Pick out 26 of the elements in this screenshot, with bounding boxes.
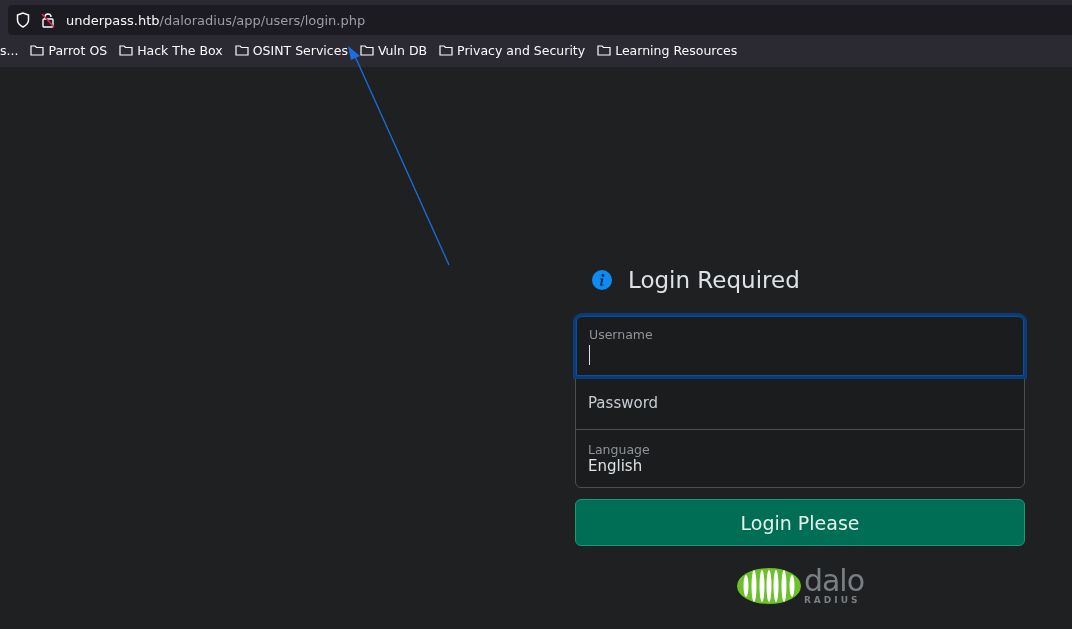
- shield-icon: [16, 12, 30, 28]
- username-field[interactable]: Username: [576, 316, 1024, 376]
- logo-subtitle: RADIUS: [803, 596, 862, 605]
- folder-icon: [234, 44, 249, 56]
- folder-icon: [119, 44, 134, 56]
- bookmark-item[interactable]: OSINT Services: [234, 42, 348, 58]
- bookmark-item[interactable]: Learning Resources: [597, 42, 738, 58]
- folder-icon: [30, 44, 45, 56]
- globe-logo-icon: [735, 566, 802, 605]
- bookmark-item[interactable]: Parrot OS: [30, 42, 108, 58]
- address-bar[interactable]: underpass.htb/daloradius/app/users/login.php: [8, 5, 1072, 35]
- folder-icon: [359, 44, 374, 56]
- logo-wordmark: dalo: [803, 566, 865, 596]
- bookmark-item[interactable]: s...: [0, 42, 19, 58]
- bookmark-item[interactable]: Hack The Box: [119, 42, 223, 58]
- login-button[interactable]: Login Please: [575, 499, 1025, 546]
- bookmark-item[interactable]: Privacy and Security: [439, 42, 586, 58]
- login-title: Login Required: [628, 267, 800, 293]
- folder-icon: [597, 44, 612, 56]
- insecure-lock-icon: [40, 12, 56, 28]
- password-field[interactable]: Password: [576, 376, 1024, 430]
- bookmark-item[interactable]: Vuln DB: [359, 42, 428, 58]
- url-text: underpass.htb/daloradius/app/users/login.php: [66, 12, 366, 28]
- language-select[interactable]: Language English: [576, 430, 1024, 487]
- info-icon: [592, 270, 612, 290]
- folder-icon: [439, 44, 454, 56]
